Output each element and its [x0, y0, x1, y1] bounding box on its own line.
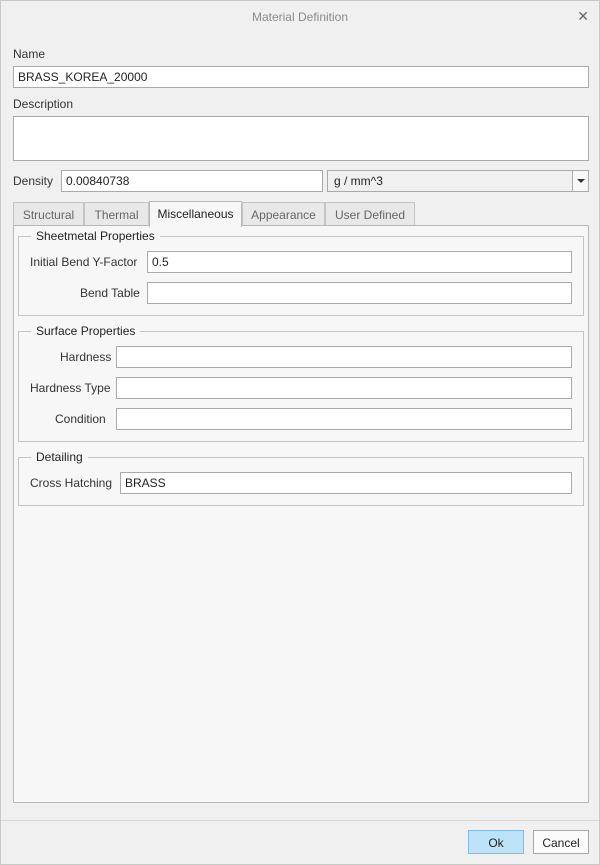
name-label: Name: [13, 47, 46, 61]
tab-thermal[interactable]: Thermal: [84, 202, 149, 226]
density-input[interactable]: 0.00840738: [61, 170, 323, 192]
y-factor-input[interactable]: 0.5: [147, 251, 572, 273]
cross-hatching-label: Cross Hatching: [30, 476, 113, 490]
tab-structural[interactable]: Structural: [13, 202, 84, 226]
hardness-label: Hardness: [60, 350, 112, 364]
description-label: Description: [13, 97, 74, 111]
surface-properties-group: Surface Properties Hardness Hardness Typ…: [18, 324, 584, 442]
density-unit-value: g / mm^3: [334, 174, 383, 188]
sheetmetal-properties-group: Sheetmetal Properties Initial Bend Y-Fac…: [18, 229, 584, 316]
tab-miscellaneous[interactable]: Miscellaneous: [149, 201, 242, 227]
density-unit-select[interactable]: g / mm^3: [327, 170, 589, 192]
material-definition-dialog: Material Definition ✕ Name BRASS_KOREA_2…: [0, 0, 600, 865]
hardness-type-label: Hardness Type: [30, 381, 111, 395]
condition-label: Condition: [55, 412, 106, 426]
hardness-type-input[interactable]: [116, 377, 572, 399]
condition-input[interactable]: [116, 408, 572, 430]
y-factor-label: Initial Bend Y-Factor: [30, 255, 138, 269]
detailing-title: Detailing: [31, 450, 88, 464]
cancel-button[interactable]: Cancel: [533, 830, 589, 854]
dialog-footer: Ok Cancel: [1, 820, 599, 864]
bend-table-input[interactable]: [147, 282, 572, 304]
tab-user-defined[interactable]: User Defined: [325, 202, 415, 226]
surface-properties-title: Surface Properties: [31, 324, 141, 338]
density-label: Density: [13, 174, 54, 188]
detailing-group: Detailing Cross Hatching BRASS: [18, 450, 584, 506]
sheetmetal-properties-title: Sheetmetal Properties: [31, 229, 160, 243]
bend-table-label: Bend Table: [80, 286, 140, 300]
ok-button[interactable]: Ok: [468, 830, 524, 854]
window-title: Material Definition: [251, 10, 349, 24]
hardness-input[interactable]: [116, 346, 572, 368]
tab-appearance[interactable]: Appearance: [242, 202, 325, 226]
name-input[interactable]: BRASS_KOREA_20000: [13, 66, 589, 88]
title-bar: Material Definition ✕: [1, 1, 599, 33]
chevron-down-icon[interactable]: [572, 171, 588, 191]
description-textarea[interactable]: [13, 116, 589, 161]
cross-hatching-input[interactable]: BRASS: [120, 472, 572, 494]
miscellaneous-panel: Sheetmetal Properties Initial Bend Y-Fac…: [13, 225, 589, 803]
close-icon[interactable]: ✕: [577, 8, 589, 25]
